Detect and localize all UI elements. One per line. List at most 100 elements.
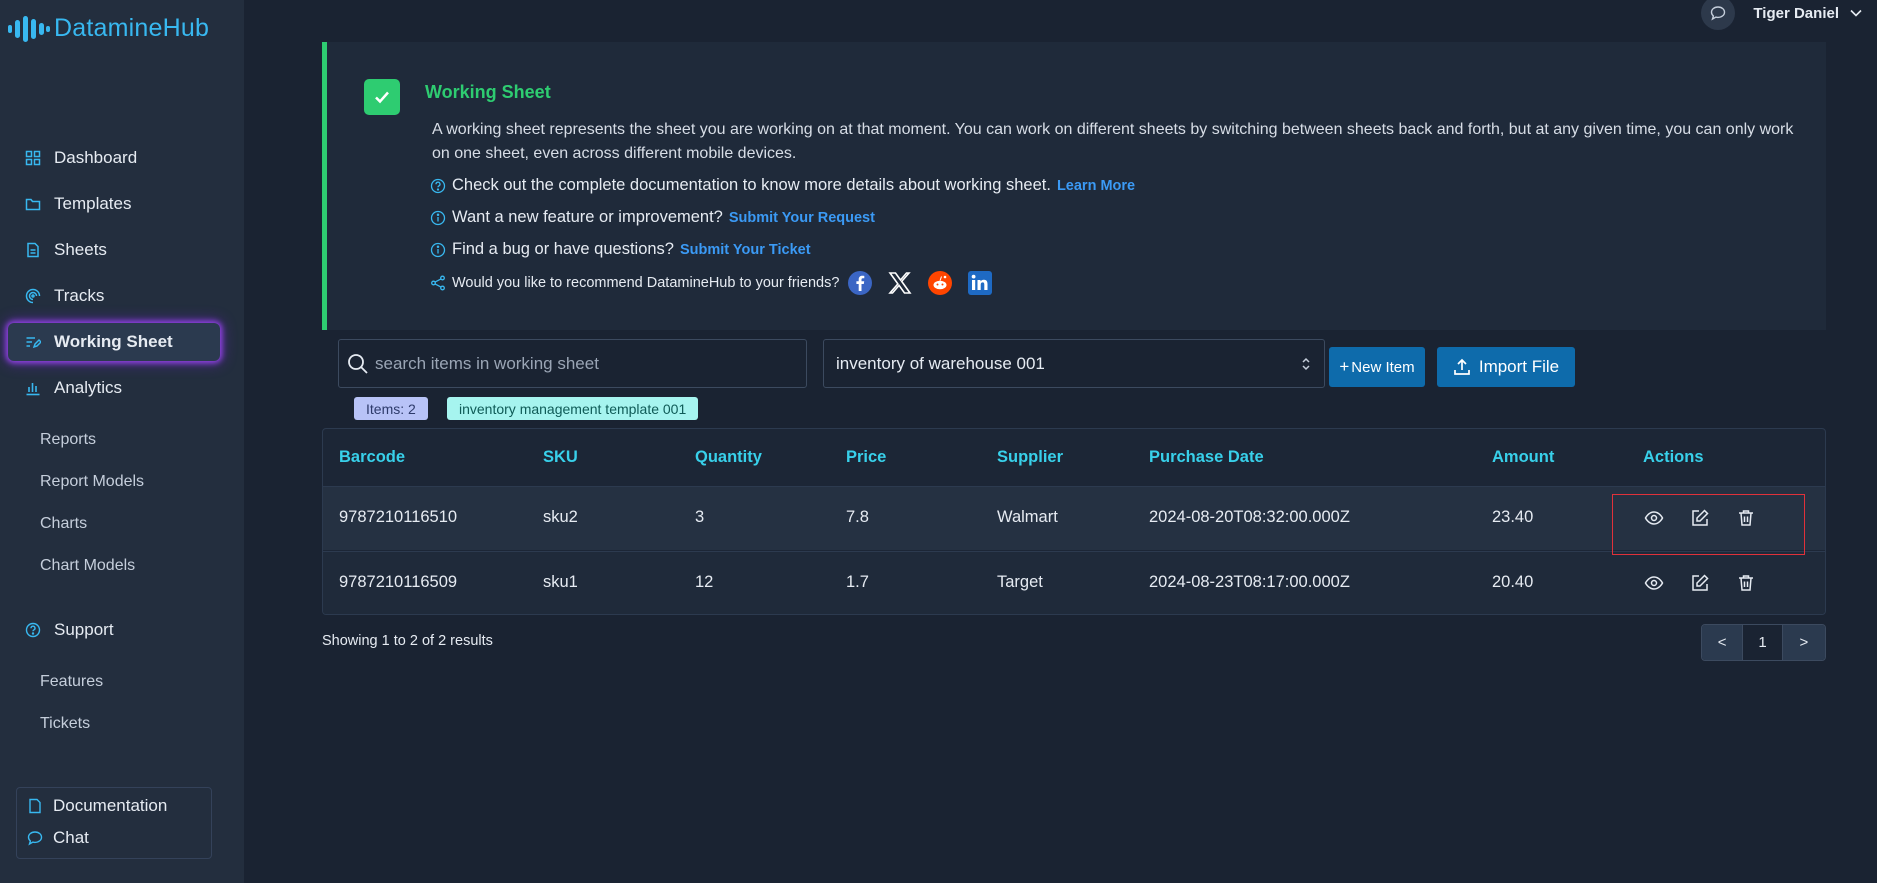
learn-more-link[interactable]: Learn More bbox=[1057, 178, 1135, 194]
chat-link[interactable]: Chat bbox=[27, 828, 89, 848]
items-count-badge: Items: 2 bbox=[354, 397, 428, 420]
question-circle-icon bbox=[25, 622, 41, 638]
sidebar-item-sheets[interactable]: Sheets bbox=[8, 231, 220, 269]
sidebar-item-label: Dashboard bbox=[54, 148, 138, 167]
chat-label: Chat bbox=[53, 828, 89, 847]
x-twitter-icon[interactable] bbox=[887, 270, 913, 296]
sidebar: DatamineHub Dashboard Templates Sheets T… bbox=[0, 0, 244, 883]
prev-page-button[interactable]: < bbox=[1702, 625, 1744, 660]
plus-icon: + bbox=[1339, 357, 1350, 376]
chat-bubble-icon bbox=[27, 831, 43, 846]
cell-barcode: 9787210116509 bbox=[339, 573, 458, 591]
column-header-price[interactable]: Price bbox=[846, 448, 886, 467]
sidebar-item-analytics[interactable]: Analytics bbox=[8, 369, 220, 407]
column-header-quantity[interactable]: Quantity bbox=[695, 448, 762, 467]
share-line: Would you like to recommend DatamineHub … bbox=[430, 270, 1007, 296]
sheet-select-value: inventory of warehouse 001 bbox=[836, 353, 1045, 373]
edit-pencil-icon[interactable] bbox=[1689, 507, 1711, 529]
info-circle-icon bbox=[430, 242, 446, 257]
sidebar-item-label: Sheets bbox=[54, 240, 107, 259]
search-input[interactable] bbox=[375, 353, 795, 374]
cell-amount: 20.40 bbox=[1492, 573, 1534, 591]
template-badge[interactable]: inventory management template 001 bbox=[447, 397, 699, 420]
info-description: A working sheet represents the sheet you… bbox=[432, 121, 1794, 162]
app-root: DatamineHub Dashboard Templates Sheets T… bbox=[0, 0, 1877, 883]
submit-ticket-link[interactable]: Submit Your Ticket bbox=[680, 242, 811, 258]
submit-request-link[interactable]: Submit Your Request bbox=[729, 210, 875, 226]
documentation-link[interactable]: Documentation bbox=[27, 796, 167, 816]
cell-price: 7.8 bbox=[846, 508, 869, 526]
sidebar-subitem-chart-models[interactable]: Chart Models bbox=[40, 557, 135, 575]
cell-quantity: 12 bbox=[695, 573, 714, 591]
social-links bbox=[847, 270, 1007, 296]
logo[interactable]: DatamineHub bbox=[8, 14, 209, 43]
reddit-icon[interactable] bbox=[927, 270, 953, 296]
sidebar-item-dashboard[interactable]: Dashboard bbox=[8, 139, 220, 177]
info-circle-icon bbox=[430, 210, 446, 225]
edit-list-icon bbox=[25, 334, 41, 350]
column-header-purchase-date[interactable]: Purchase Date bbox=[1149, 448, 1264, 467]
question-circle-icon bbox=[430, 178, 446, 193]
docs-line: Check out the complete documentation to … bbox=[430, 176, 1135, 195]
sidebar-item-label: Analytics bbox=[54, 378, 123, 397]
chat-bubble-icon bbox=[1711, 6, 1726, 21]
cell-purchase-date: 2024-08-23T08:17:00.000Z bbox=[1149, 573, 1350, 591]
chevron-updown-icon bbox=[1302, 357, 1310, 370]
sidebar-subitem-charts[interactable]: Charts bbox=[40, 515, 87, 533]
bug-line: Find a bug or have questions? Submit You… bbox=[430, 240, 811, 259]
table-row[interactable]: 9787210116509 sku1 12 1.7 Target 2024-08… bbox=[323, 551, 1825, 614]
messages-button[interactable] bbox=[1701, 0, 1736, 30]
new-item-label: New Item bbox=[1351, 358, 1415, 376]
sidebar-subitem-tickets[interactable]: Tickets bbox=[40, 715, 90, 733]
pagination: < 1 > bbox=[1701, 624, 1826, 661]
cell-purchase-date: 2024-08-20T08:32:00.000Z bbox=[1149, 508, 1350, 526]
import-file-button[interactable]: Import File bbox=[1437, 347, 1575, 387]
user-menu[interactable]: Tiger Daniel bbox=[1701, 0, 1863, 30]
chevron-down-icon bbox=[1850, 9, 1862, 17]
cell-barcode: 9787210116510 bbox=[339, 508, 458, 526]
new-item-button[interactable]: + New Item bbox=[1329, 347, 1425, 387]
cell-sku: sku2 bbox=[543, 508, 578, 526]
page-1-button[interactable]: 1 bbox=[1743, 625, 1783, 660]
view-eye-icon[interactable] bbox=[1643, 572, 1665, 594]
delete-trash-icon[interactable] bbox=[1735, 572, 1757, 594]
sidebar-subitem-reports[interactable]: Reports bbox=[40, 431, 96, 449]
sidebar-item-label: Templates bbox=[54, 194, 132, 213]
sidebar-item-tracks[interactable]: Tracks bbox=[8, 277, 220, 315]
edit-pencil-icon[interactable] bbox=[1689, 572, 1711, 594]
info-title: Working Sheet bbox=[425, 82, 551, 102]
sidebar-item-label: Tracks bbox=[54, 286, 105, 305]
items-table: Barcode SKU Quantity Price Supplier Purc… bbox=[322, 428, 1826, 615]
next-page-button[interactable]: > bbox=[1782, 625, 1825, 660]
view-eye-icon[interactable] bbox=[1643, 507, 1665, 529]
column-header-barcode[interactable]: Barcode bbox=[339, 448, 405, 467]
cell-supplier: Walmart bbox=[997, 508, 1058, 526]
cell-quantity: 3 bbox=[695, 508, 705, 526]
cell-supplier: Target bbox=[997, 573, 1043, 591]
sheet-select[interactable]: inventory of warehouse 001 bbox=[823, 339, 1325, 388]
table-row[interactable]: 9787210116510 sku2 3 7.8 Walmart 2024-08… bbox=[323, 486, 1825, 550]
sidebar-item-working-sheet[interactable]: Working Sheet bbox=[8, 323, 220, 361]
sidebar-item-label: Working Sheet bbox=[54, 332, 173, 351]
linkedin-icon[interactable] bbox=[967, 270, 993, 296]
sidebar-item-templates[interactable]: Templates bbox=[8, 185, 220, 223]
feature-text: Want a new feature or improvement? bbox=[452, 208, 723, 226]
sound-wave-logo-icon bbox=[8, 15, 50, 42]
info-panel: Working Sheet A working sheet represents… bbox=[322, 42, 1826, 330]
document-icon bbox=[25, 242, 41, 258]
column-header-supplier[interactable]: Supplier bbox=[997, 448, 1063, 467]
column-header-sku[interactable]: SKU bbox=[543, 448, 578, 467]
bar-chart-icon bbox=[25, 380, 41, 396]
facebook-icon[interactable] bbox=[847, 270, 873, 296]
delete-trash-icon[interactable] bbox=[1735, 507, 1757, 529]
sidebar-subitem-features[interactable]: Features bbox=[40, 673, 103, 691]
column-header-amount[interactable]: Amount bbox=[1492, 448, 1554, 467]
grid-icon bbox=[25, 150, 41, 166]
sidebar-item-support[interactable]: Support bbox=[8, 611, 220, 649]
documentation-label: Documentation bbox=[53, 796, 168, 815]
cell-amount: 23.40 bbox=[1492, 508, 1534, 526]
sidebar-item-label: Support bbox=[54, 620, 114, 639]
column-header-actions: Actions bbox=[1643, 448, 1704, 466]
sidebar-subitem-report-models[interactable]: Report Models bbox=[40, 473, 144, 491]
search-box bbox=[338, 339, 807, 388]
